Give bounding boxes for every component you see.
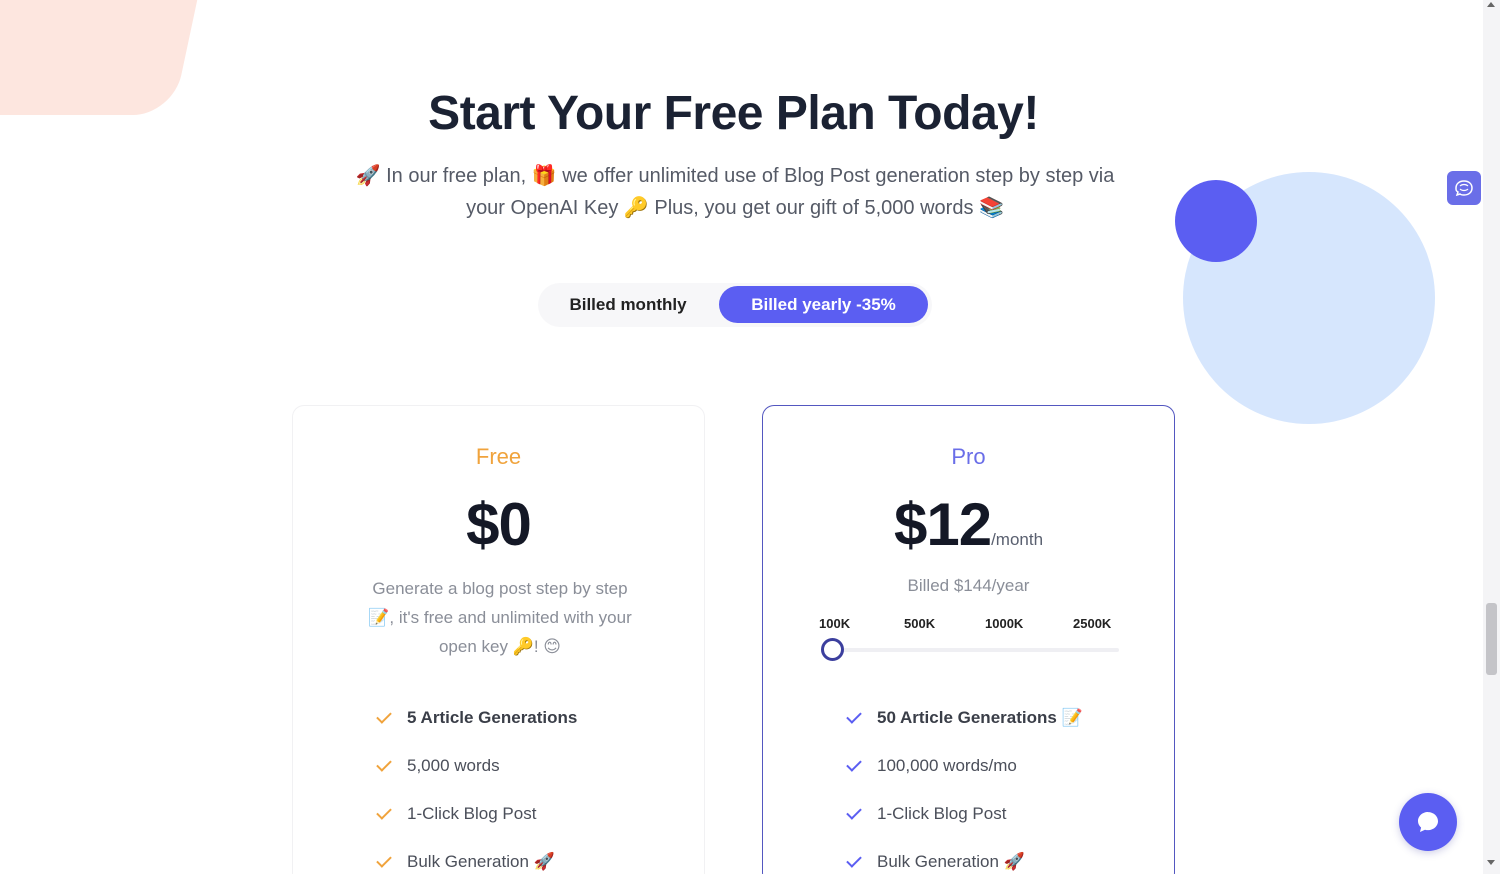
page-scrollbar[interactable] [1483, 0, 1500, 874]
feature-list: 50 Article Generations 📝 100,000 words/m… [846, 694, 1083, 874]
price-amount: $12 [893, 491, 992, 558]
plan-price: $0 [293, 490, 704, 559]
feature-item: Bulk Generation 🚀 [846, 838, 1083, 874]
words-slider[interactable]: 100K 500K 1000K 2500K [819, 616, 1119, 672]
feature-item: 50 Article Generations 📝 [846, 694, 1083, 742]
feature-label: 5,000 words [407, 756, 500, 775]
subtitle-line-1: 🚀 In our free plan, 🎁 we offer unlimited… [355, 165, 1115, 187]
brain-icon[interactable] [1447, 171, 1481, 205]
feature-label: 50 Article Generations 📝 [877, 708, 1083, 727]
feature-label: Bulk Generation 🚀 [407, 852, 555, 871]
check-icon [846, 804, 862, 820]
slider-tick-label: 2500K [1073, 616, 1112, 631]
price-unit: /month [991, 530, 1044, 549]
slider-tick-label: 500K [904, 616, 936, 631]
check-icon [376, 756, 392, 772]
check-icon [376, 852, 392, 868]
plan-description: Generate a blog post step by step 📝, it'… [368, 579, 632, 656]
feature-label: Bulk Generation 🚀 [877, 852, 1025, 871]
plan-card-free: Free $0 Generate a blog post step by ste… [292, 405, 705, 874]
plan-price: $12/month [763, 490, 1174, 559]
check-icon [846, 852, 862, 868]
feature-item: 100,000 words/mo [846, 742, 1083, 790]
feature-item: 5 Article Generations [376, 694, 578, 742]
slider-thumb[interactable] [821, 638, 844, 661]
chat-bubble-icon[interactable] [1399, 793, 1457, 851]
page-title: Start Your Free Plan Today! [428, 87, 1039, 140]
scroll-up-arrow-icon[interactable] [1487, 2, 1495, 7]
feature-label: 5 Article Generations [407, 708, 578, 727]
scroll-down-arrow-icon[interactable] [1487, 860, 1495, 865]
check-icon [376, 804, 392, 820]
subtitle-line-2: your OpenAI Key 🔑 Plus, you get our gift… [466, 197, 1004, 219]
check-icon [846, 708, 862, 724]
feature-label: 1-Click Blog Post [877, 804, 1007, 823]
feature-item: 1-Click Blog Post [846, 790, 1083, 838]
feature-label: 1-Click Blog Post [407, 804, 537, 823]
billed-yearly-button[interactable]: Billed yearly -35% [719, 286, 928, 323]
check-icon [376, 708, 392, 724]
scrollbar-thumb[interactable] [1486, 603, 1497, 675]
plan-name: Free [475, 444, 522, 469]
slider-track[interactable] [831, 648, 1119, 652]
feature-item: Bulk Generation 🚀 [376, 838, 577, 874]
chat-icon-svg [1418, 812, 1438, 832]
billing-toggle: Billed monthly Billed yearly -35% [538, 283, 932, 327]
feature-label: 100,000 words/mo [877, 756, 1017, 775]
page-subtitle: 🚀 In our free plan, 🎁 we offer unlimited… [330, 160, 1140, 224]
feature-list: 5 Article Generations 5,000 words 1-Clic… [376, 694, 578, 874]
slider-tick-label: 1000K [985, 616, 1024, 631]
feature-item: 1-Click Blog Post [376, 790, 577, 838]
billed-monthly-button[interactable]: Billed monthly [552, 286, 704, 323]
billed-yearly-note: Billed $144/year [907, 576, 1030, 595]
brain-icon-svg [1455, 180, 1473, 197]
feature-item: 5,000 words [376, 742, 577, 790]
plan-name: Pro [951, 444, 986, 469]
slider-tick-label: 100K [819, 616, 851, 631]
check-icon [846, 756, 862, 772]
decorative-circle-small [1175, 180, 1257, 262]
price-amount: $0 [466, 491, 532, 558]
plan-card-pro: Pro $12/month Billed $144/year 100K 500K… [762, 405, 1175, 874]
